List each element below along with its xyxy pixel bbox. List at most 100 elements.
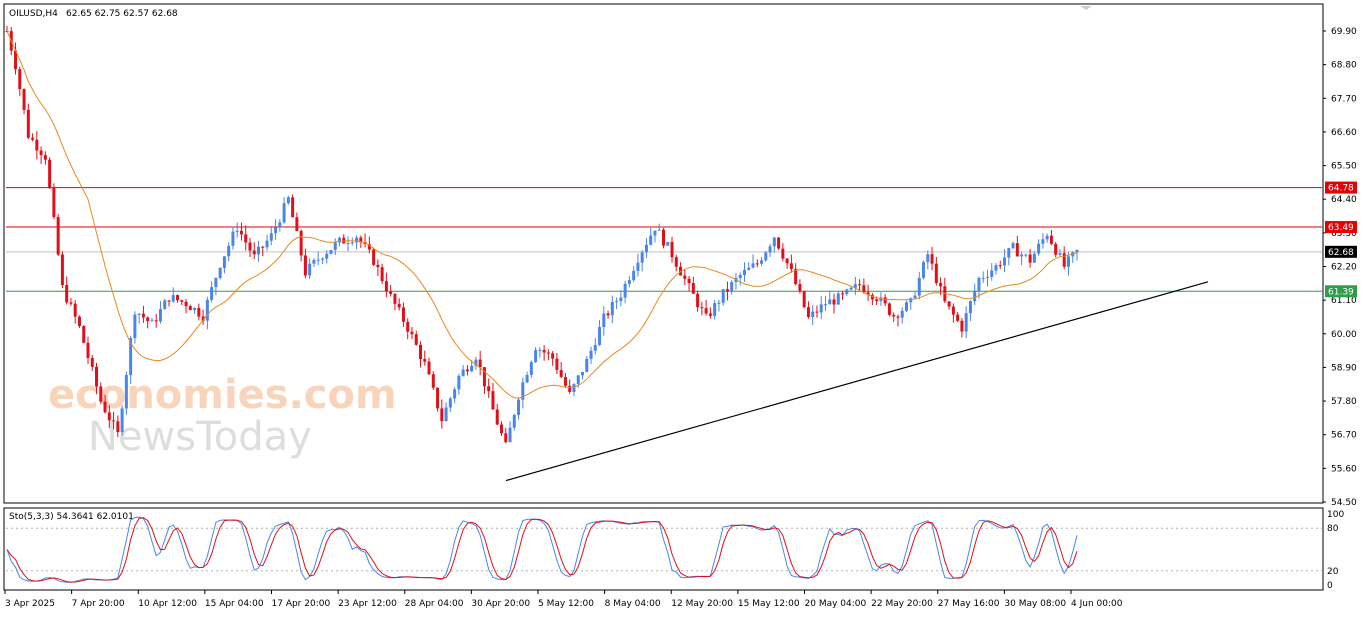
candle-body bbox=[683, 275, 687, 279]
price-label: 60.00 bbox=[1331, 330, 1357, 340]
price-label: 57.80 bbox=[1331, 397, 1357, 407]
candle-body bbox=[282, 203, 286, 223]
candle-body bbox=[1003, 257, 1007, 266]
candle-body bbox=[227, 245, 231, 257]
candle-body bbox=[551, 353, 555, 359]
candle-body bbox=[760, 260, 764, 264]
candle-body bbox=[1066, 256, 1070, 267]
candle-body bbox=[832, 299, 836, 305]
candle-body bbox=[529, 362, 533, 375]
candle-body bbox=[423, 359, 427, 362]
candle-body bbox=[1020, 254, 1024, 257]
candle-body bbox=[26, 109, 30, 138]
candle-body bbox=[48, 159, 52, 188]
chart-svg[interactable]: economies.com NewsToday OILUSD,H4 62.65 … bbox=[0, 0, 1366, 615]
candle-body bbox=[815, 311, 819, 313]
candle-body bbox=[883, 297, 887, 304]
candle-body bbox=[248, 242, 252, 251]
candle-body bbox=[461, 369, 465, 376]
time-label: 27 May 16:00 bbox=[938, 599, 1000, 609]
candle-body bbox=[738, 275, 742, 279]
candle-body bbox=[295, 217, 299, 231]
candle-body bbox=[124, 375, 128, 409]
candle-body bbox=[214, 277, 218, 288]
candle-body bbox=[478, 359, 482, 368]
stochastic-signal-line bbox=[6, 517, 1078, 583]
stochastic-frame bbox=[3, 507, 1324, 591]
candle-body bbox=[998, 265, 1002, 267]
candle-body bbox=[836, 293, 840, 305]
candle-body bbox=[525, 374, 529, 383]
candle-body bbox=[1015, 243, 1019, 257]
price-label: 68.80 bbox=[1331, 61, 1357, 71]
candle-body bbox=[934, 263, 938, 284]
candle-body bbox=[205, 299, 209, 321]
candle-body bbox=[546, 352, 550, 354]
candle-body bbox=[22, 89, 26, 110]
candle-body bbox=[985, 276, 989, 278]
level-tag-label: 63.49 bbox=[1328, 223, 1354, 233]
candle-body bbox=[798, 284, 802, 292]
candle-body bbox=[862, 285, 866, 293]
candle-body bbox=[615, 301, 619, 303]
candle-body bbox=[806, 307, 810, 318]
candle-body bbox=[768, 246, 772, 253]
candle-body bbox=[333, 242, 337, 250]
candle-body bbox=[316, 259, 320, 261]
candle-body bbox=[320, 258, 324, 260]
candle-body bbox=[777, 237, 781, 249]
candle-body bbox=[730, 282, 734, 292]
candle-body bbox=[947, 301, 951, 307]
candle-body bbox=[380, 267, 384, 282]
candle-body bbox=[18, 69, 22, 90]
time-label: 22 May 20:00 bbox=[871, 599, 933, 609]
candle-body bbox=[401, 307, 405, 322]
candle-body bbox=[303, 255, 307, 276]
candle-body bbox=[542, 350, 546, 353]
price-label: 66.60 bbox=[1331, 128, 1357, 138]
time-label: 8 May 04:00 bbox=[605, 599, 661, 609]
level-tag-label: 64.78 bbox=[1328, 184, 1354, 194]
candle-body bbox=[661, 229, 665, 246]
candle-body bbox=[1032, 253, 1036, 263]
candle-body bbox=[77, 316, 81, 327]
candle-body bbox=[193, 307, 197, 311]
candle-body bbox=[994, 265, 998, 271]
price-label: 61.10 bbox=[1331, 296, 1357, 306]
candle-body bbox=[653, 230, 657, 236]
candle-body bbox=[397, 303, 401, 308]
candle-body bbox=[559, 370, 563, 378]
candle-body bbox=[644, 244, 648, 253]
stochastic-axis-label: 20 bbox=[1327, 567, 1339, 577]
time-label: 10 Apr 12:00 bbox=[138, 599, 197, 609]
candle-body bbox=[231, 231, 235, 246]
candle-body bbox=[465, 369, 469, 372]
candle-body bbox=[964, 313, 968, 332]
candle-body bbox=[141, 313, 145, 318]
candle-body bbox=[308, 263, 312, 276]
candle-body bbox=[781, 248, 785, 259]
candle-body bbox=[1028, 254, 1032, 263]
candle-body bbox=[90, 357, 94, 367]
candle-body bbox=[572, 384, 576, 392]
candle-body bbox=[350, 242, 354, 244]
price-label: 67.70 bbox=[1331, 94, 1357, 104]
stochastic-axis-label: 80 bbox=[1327, 524, 1339, 534]
stochastic-lines: 100 80 20 0 bbox=[6, 510, 1344, 591]
candle-body bbox=[657, 229, 661, 231]
candle-body bbox=[939, 283, 943, 287]
chart-window[interactable]: economies.com NewsToday OILUSD,H4 62.65 … bbox=[0, 0, 1366, 615]
candle-body bbox=[56, 216, 60, 255]
candle-body bbox=[393, 293, 397, 304]
candle-body bbox=[896, 316, 900, 318]
candle-body bbox=[329, 249, 333, 254]
time-label: 15 Apr 04:00 bbox=[205, 599, 264, 609]
candle-body bbox=[500, 424, 504, 434]
candle-body bbox=[534, 350, 538, 363]
candle-body bbox=[811, 311, 815, 318]
candle-body bbox=[968, 301, 972, 314]
candle-body bbox=[444, 407, 448, 422]
time-label: 4 Jun 00:00 bbox=[1071, 599, 1123, 609]
candle-body bbox=[180, 300, 184, 302]
time-label: 17 Apr 20:00 bbox=[272, 599, 331, 609]
